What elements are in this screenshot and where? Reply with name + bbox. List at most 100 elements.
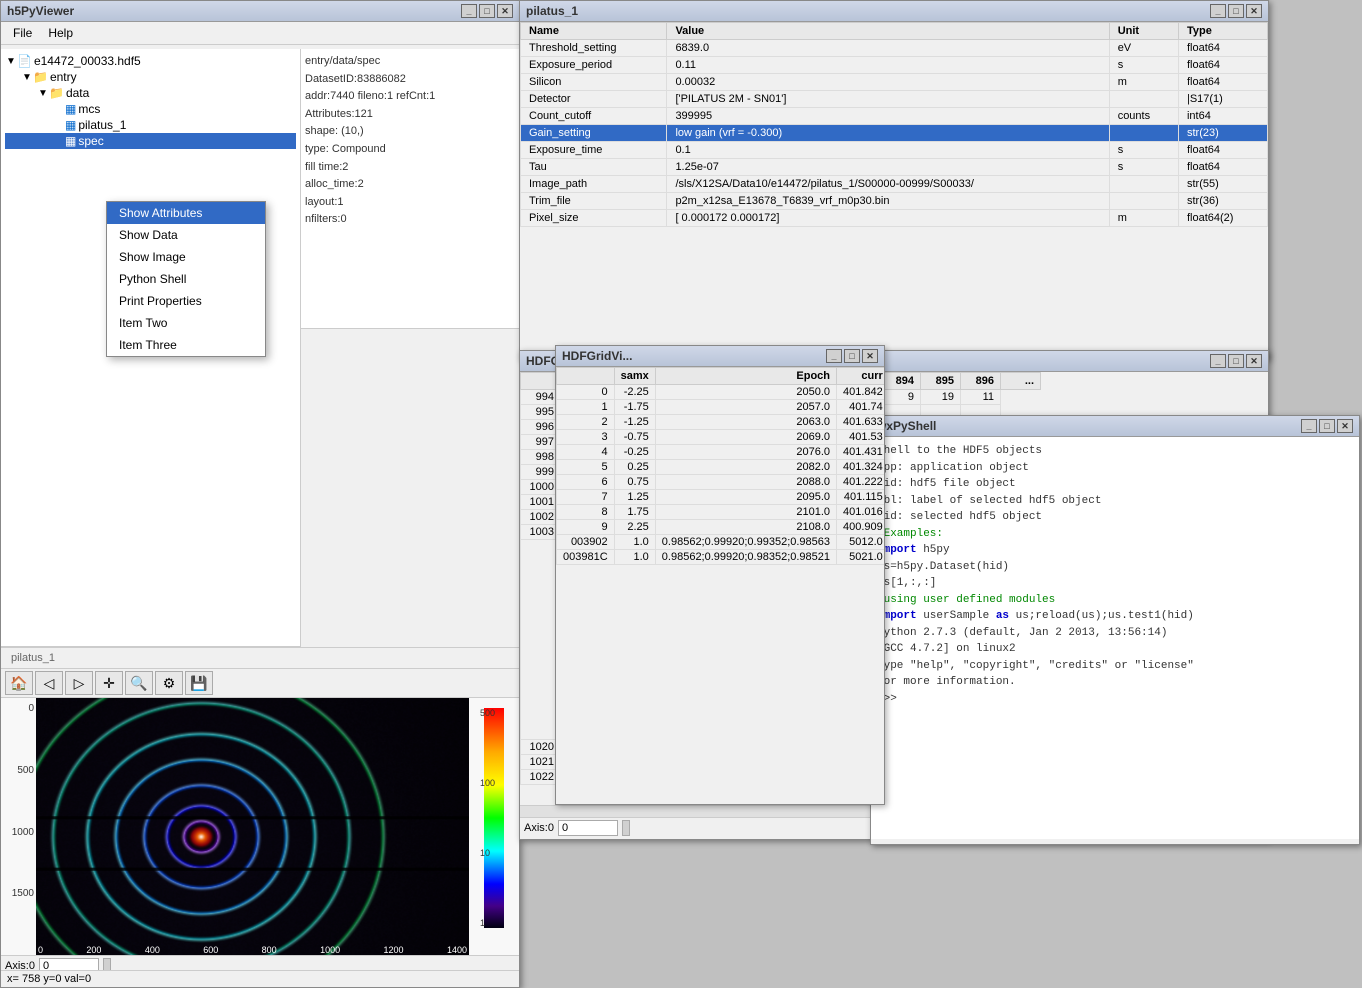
tree-item-hdf5[interactable]: ▼ 📄 e14472_00033.hdf5 xyxy=(5,53,296,69)
ctx-print-properties[interactable]: Print Properties xyxy=(107,290,265,312)
x-label-200: 200 xyxy=(86,945,101,955)
hdf-grid2-minimize[interactable]: _ xyxy=(826,349,842,363)
tree-item-pilatus[interactable]: ▦ pilatus_1 xyxy=(5,117,296,133)
y-label-1000: 1000 xyxy=(3,827,34,838)
y-axis-labels: 0 500 1000 1500 xyxy=(1,698,36,955)
tree-item-spec[interactable]: ▦ spec xyxy=(5,133,296,149)
h5py-maximize-btn[interactable]: □ xyxy=(479,4,495,18)
ctx-show-data[interactable]: Show Data xyxy=(107,224,265,246)
attr-table-row[interactable]: Gain_settinglow gain (vrf = -0.300)str(2… xyxy=(521,125,1268,142)
image-canvas[interactable]: 0 200 400 600 800 1000 1200 1400 xyxy=(36,698,469,955)
py-shell-title: wxPyShell xyxy=(877,419,936,433)
colorbar-labels: 500 100 10 1 xyxy=(480,708,519,928)
attr-title-bar: pilatus_1 _ □ ✕ xyxy=(520,1,1268,22)
attr-table-row[interactable]: Trim_filep2m_x12sa_E13678_T6839_vrf_m0p3… xyxy=(521,193,1268,210)
info-line-1: DatasetID:83886082 xyxy=(305,71,515,89)
attr-window-controls: _ □ ✕ xyxy=(1210,4,1262,18)
attr-minimize-btn[interactable]: _ xyxy=(1210,4,1226,18)
ctx-show-image[interactable]: Show Image xyxy=(107,246,265,268)
tree-label-entry: entry xyxy=(50,70,77,84)
col-name: Name xyxy=(521,23,667,40)
x-label-1400: 1400 xyxy=(447,945,467,955)
back-button[interactable]: ◁ xyxy=(35,671,63,695)
hdf-grid2-scroll[interactable]: samxEpochcurrdiodetemp 0-2.252050.0401.8… xyxy=(556,367,884,803)
shell-line: Shell to the HDF5 objects xyxy=(877,443,1353,460)
tree-label-data: data xyxy=(66,86,89,100)
ctx-show-attributes[interactable]: Show Attributes xyxy=(107,202,265,224)
attr-table-row[interactable]: Exposure_time0.1sfloat64 xyxy=(521,142,1268,159)
coordinates-status: x= 758 y=0 val=0 xyxy=(7,973,91,985)
py-shell-minimize[interactable]: _ xyxy=(1301,419,1317,433)
detector-canvas[interactable] xyxy=(36,698,469,955)
colorbar-label-10: 10 xyxy=(480,848,495,858)
info-line-9: nfilters:0 xyxy=(305,211,515,229)
attr-table-row[interactable]: Threshold_setting6839.0eVfloat64 xyxy=(521,40,1268,57)
py-shell-window: wxPyShell _ □ ✕ Shell to the HDF5 object… xyxy=(870,415,1360,845)
attr-table-row[interactable]: Detector['PILATUS 2M - SN01']|S17(1) xyxy=(521,91,1268,108)
attr-table-row[interactable]: Image_path/sls/X12SA/Data10/e14472/pilat… xyxy=(521,176,1268,193)
h5py-close-btn[interactable]: ✕ xyxy=(497,4,513,18)
attributes-window: pilatus_1 _ □ ✕ Name Value Unit Type Thr… xyxy=(519,0,1269,360)
ctx-item-three[interactable]: Item Three xyxy=(107,334,265,356)
hdf-col-header: ... xyxy=(1001,373,1041,390)
shell-line: >>> xyxy=(877,691,1353,708)
shell-line: import h5py xyxy=(877,542,1353,559)
x-label-600: 600 xyxy=(203,945,218,955)
config-button[interactable]: ⚙ xyxy=(155,671,183,695)
toggle-data[interactable]: ▼ xyxy=(37,88,49,99)
h5py-title: h5PyViewer xyxy=(7,4,74,18)
forward-button[interactable]: ▷ xyxy=(65,671,93,695)
hdf2-col-header xyxy=(557,368,615,385)
h5py-minimize-btn[interactable]: _ xyxy=(461,4,477,18)
toggle-hdf5[interactable]: ▼ xyxy=(5,56,17,67)
x-axis-labels: 0 200 400 600 800 1000 1200 1400 xyxy=(36,945,469,955)
attr-table-row[interactable]: Exposure_period0.11sfloat64 xyxy=(521,57,1268,74)
hdf-grid-maximize[interactable]: □ xyxy=(1228,354,1244,368)
hdf-axis-input[interactable] xyxy=(558,820,618,836)
hdf2-grid-row: 4-0.252076.0401.4316661.00.0 xyxy=(557,445,885,460)
hdf2-grid-row: 60.752088.0401.2226679.00.0 xyxy=(557,475,885,490)
attr-scroll-area[interactable]: Name Value Unit Type Threshold_setting68… xyxy=(520,22,1268,328)
attr-table-row[interactable]: Count_cutoff399995countsint64 xyxy=(521,108,1268,125)
menu-help[interactable]: Help xyxy=(40,24,81,42)
x-label-0: 0 xyxy=(38,945,43,955)
shell-line: ds=h5py.Dataset(hid) xyxy=(877,559,1353,576)
attr-table-row[interactable]: Pixel_size[ 0.000172 0.000172]mfloat64(2… xyxy=(521,210,1268,227)
shell-line: [GCC 4.7.2] on linux2 xyxy=(877,641,1353,658)
shell-line: #using user defined modules xyxy=(877,592,1353,609)
hdf-grid2-maximize[interactable]: □ xyxy=(844,349,860,363)
image-area: 0 500 1000 1500 0 200 400 600 800 1000 xyxy=(1,698,519,955)
hdf2-grid-row: 81.752101.0401.0166687.00.0 xyxy=(557,505,885,520)
hdf5-file-icon: 📄 xyxy=(17,54,32,68)
tree-item-mcs[interactable]: ▦ mcs xyxy=(5,101,296,117)
zoom-button[interactable]: 🔍 xyxy=(125,671,153,695)
h5py-window-controls: _ □ ✕ xyxy=(461,4,513,18)
py-shell-title-bar: wxPyShell _ □ ✕ xyxy=(871,416,1359,437)
save-button[interactable]: 💾 xyxy=(185,671,213,695)
py-shell-close[interactable]: ✕ xyxy=(1337,419,1353,433)
hdf2-grid-row: 71.252095.0401.1156685.00.0 xyxy=(557,490,885,505)
attr-table-row[interactable]: Silicon0.00032mfloat64 xyxy=(521,74,1268,91)
pan-button[interactable]: ✛ xyxy=(95,671,123,695)
shell-line: lbl: label of selected hdf5 object xyxy=(877,493,1353,510)
hdf2-grid-row: 3-0.752069.0401.536629.00.0 xyxy=(557,430,885,445)
attr-close-btn[interactable]: ✕ xyxy=(1246,4,1262,18)
hdf-grid-minimize[interactable]: _ xyxy=(1210,354,1226,368)
hdf-axis-slider[interactable] xyxy=(622,820,630,836)
attr-table-row[interactable]: Tau1.25e-07sfloat64 xyxy=(521,159,1268,176)
toggle-entry[interactable]: ▼ xyxy=(21,72,33,83)
attr-maximize-btn[interactable]: □ xyxy=(1228,4,1244,18)
entry-folder-icon: 📁 xyxy=(33,70,48,84)
ctx-python-shell[interactable]: Python Shell xyxy=(107,268,265,290)
hdf-grid2-close[interactable]: ✕ xyxy=(862,349,878,363)
py-shell-maximize[interactable]: □ xyxy=(1319,419,1335,433)
hdf-grid2-window: HDFGridVi... _ □ ✕ samxEpochcurrdiodetem… xyxy=(555,345,885,805)
hdf-col-header: 895 xyxy=(921,373,961,390)
py-shell-content[interactable]: Shell to the HDF5 objectsapp: applicatio… xyxy=(871,437,1359,839)
home-button[interactable]: 🏠 xyxy=(5,671,33,695)
tree-item-entry[interactable]: ▼ 📁 entry xyxy=(5,69,296,85)
hdf-grid-close[interactable]: ✕ xyxy=(1246,354,1262,368)
tree-item-data[interactable]: ▼ 📁 data xyxy=(5,85,296,101)
ctx-item-two[interactable]: Item Two xyxy=(107,312,265,334)
menu-file[interactable]: File xyxy=(5,24,40,42)
